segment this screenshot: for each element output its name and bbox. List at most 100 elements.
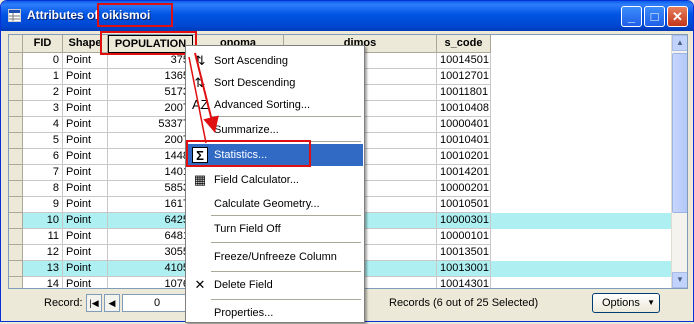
row-selector[interactable]: [9, 101, 23, 117]
row-selector[interactable]: [9, 69, 23, 85]
cell-shape[interactable]: Point: [63, 133, 108, 149]
menu-item-turn-field-off[interactable]: Turn Field Off: [187, 218, 363, 240]
menu-item-properties[interactable]: Properties...: [187, 302, 363, 324]
cell-s-code[interactable]: 10013001: [437, 261, 491, 277]
cell-s-code[interactable]: 10010408: [437, 101, 491, 117]
row-selector[interactable]: [9, 165, 23, 181]
cell-shape[interactable]: Point: [63, 149, 108, 165]
menu-item-freeze-unfreeze-column[interactable]: Freeze/Unfreeze Column: [187, 246, 363, 268]
maximize-button[interactable]: □: [644, 6, 665, 27]
record-number-input[interactable]: 0: [122, 294, 192, 312]
cell-population[interactable]: 3055: [108, 245, 193, 261]
cell-fid[interactable]: 11: [23, 229, 63, 245]
cell-fid[interactable]: 3: [23, 101, 63, 117]
cell-s-code[interactable]: 10010401: [437, 133, 491, 149]
minimize-button[interactable]: _: [621, 6, 642, 27]
cell-population[interactable]: 1401: [108, 165, 193, 181]
vertical-scrollbar[interactable]: ▲ ▼: [671, 35, 687, 288]
cell-s-code[interactable]: 10011801: [437, 85, 491, 101]
menu-item-advanced-sorting[interactable]: AZ Advanced Sorting...: [187, 94, 363, 116]
cell-s-code[interactable]: 10010501: [437, 197, 491, 213]
cell-population[interactable]: 5173: [108, 85, 193, 101]
cell-s-code[interactable]: 10000201: [437, 181, 491, 197]
row-header-corner[interactable]: [9, 35, 23, 53]
cell-fid[interactable]: 13: [23, 261, 63, 277]
cell-s-code[interactable]: 10014301: [437, 277, 491, 288]
options-button[interactable]: Options ▼: [592, 293, 660, 313]
cell-fid[interactable]: 7: [23, 165, 63, 181]
cell-population[interactable]: 1076: [108, 277, 193, 288]
cell-s-code[interactable]: 10014201: [437, 165, 491, 181]
cell-fid[interactable]: 0: [23, 53, 63, 69]
menu-item-delete-field[interactable]: ✕ Delete Field: [187, 274, 363, 296]
cell-shape[interactable]: Point: [63, 101, 108, 117]
cell-shape[interactable]: Point: [63, 229, 108, 245]
menu-item-calculate-geometry[interactable]: Calculate Geometry...: [187, 193, 363, 215]
row-selector[interactable]: [9, 133, 23, 149]
row-selector[interactable]: [9, 85, 23, 101]
row-selector[interactable]: [9, 245, 23, 261]
cell-s-code[interactable]: 10000401: [437, 117, 491, 133]
first-record-icon[interactable]: |◀: [86, 294, 102, 312]
cell-shape[interactable]: Point: [63, 117, 108, 133]
cell-s-code[interactable]: 10010201: [437, 149, 491, 165]
cell-population[interactable]: 6481: [108, 229, 193, 245]
row-selector[interactable]: [9, 229, 23, 245]
cell-shape[interactable]: Point: [63, 197, 108, 213]
cell-s-code[interactable]: 10014501: [437, 53, 491, 69]
row-selector[interactable]: [9, 277, 23, 288]
cell-fid[interactable]: 2: [23, 85, 63, 101]
cell-fid[interactable]: 4: [23, 117, 63, 133]
cell-population[interactable]: 4105: [108, 261, 193, 277]
cell-shape[interactable]: Point: [63, 85, 108, 101]
menu-item-sort-descending[interactable]: ⇅ Sort Descending: [187, 72, 363, 94]
cell-shape[interactable]: Point: [63, 69, 108, 85]
cell-population[interactable]: 5853: [108, 181, 193, 197]
cell-fid[interactable]: 1: [23, 69, 63, 85]
row-selector[interactable]: [9, 197, 23, 213]
cell-s-code[interactable]: 10000101: [437, 229, 491, 245]
cell-population[interactable]: 6425: [108, 213, 193, 229]
cell-fid[interactable]: 5: [23, 133, 63, 149]
cell-population[interactable]: 53377: [108, 117, 193, 133]
cell-fid[interactable]: 10: [23, 213, 63, 229]
cell-s-code[interactable]: 10013501: [437, 245, 491, 261]
menu-item-summarize[interactable]: Summarize...: [187, 119, 363, 141]
row-selector[interactable]: [9, 213, 23, 229]
cell-fid[interactable]: 8: [23, 181, 63, 197]
cell-fid[interactable]: 14: [23, 277, 63, 288]
row-selector[interactable]: [9, 261, 23, 277]
menu-item-label: Sort Descending: [214, 77, 296, 89]
column-header-s-code[interactable]: s_code: [437, 35, 491, 53]
cell-shape[interactable]: Point: [63, 213, 108, 229]
cell-shape[interactable]: Point: [63, 277, 108, 288]
cell-population[interactable]: 2007: [108, 133, 193, 149]
cell-shape[interactable]: Point: [63, 165, 108, 181]
row-selector[interactable]: [9, 181, 23, 197]
scroll-thumb[interactable]: [672, 53, 687, 213]
scroll-up-arrow-icon[interactable]: ▲: [672, 35, 687, 51]
menu-item-sort-ascending[interactable]: ⇅ Sort Ascending: [187, 50, 363, 72]
cell-shape[interactable]: Point: [63, 181, 108, 197]
cell-population[interactable]: 1617: [108, 197, 193, 213]
close-button[interactable]: ✕: [667, 6, 688, 27]
cell-shape[interactable]: Point: [63, 245, 108, 261]
cell-s-code[interactable]: 10012701: [437, 69, 491, 85]
cell-fid[interactable]: 6: [23, 149, 63, 165]
row-selector[interactable]: [9, 117, 23, 133]
cell-s-code[interactable]: 10000301: [437, 213, 491, 229]
cell-population[interactable]: 1448: [108, 149, 193, 165]
menu-item-field-calculator[interactable]: ▦ Field Calculator...: [187, 169, 363, 191]
cell-population[interactable]: 2007: [108, 101, 193, 117]
cell-shape[interactable]: Point: [63, 53, 108, 69]
row-selector[interactable]: [9, 149, 23, 165]
cell-fid[interactable]: 12: [23, 245, 63, 261]
cell-fid[interactable]: 9: [23, 197, 63, 213]
row-selector[interactable]: [9, 53, 23, 69]
cell-population[interactable]: 1365: [108, 69, 193, 85]
column-header-fid[interactable]: FID: [23, 35, 63, 53]
scroll-down-arrow-icon[interactable]: ▼: [672, 272, 687, 288]
cell-population[interactable]: 375: [108, 53, 193, 69]
cell-shape[interactable]: Point: [63, 261, 108, 277]
previous-record-icon[interactable]: ◀: [104, 294, 120, 312]
